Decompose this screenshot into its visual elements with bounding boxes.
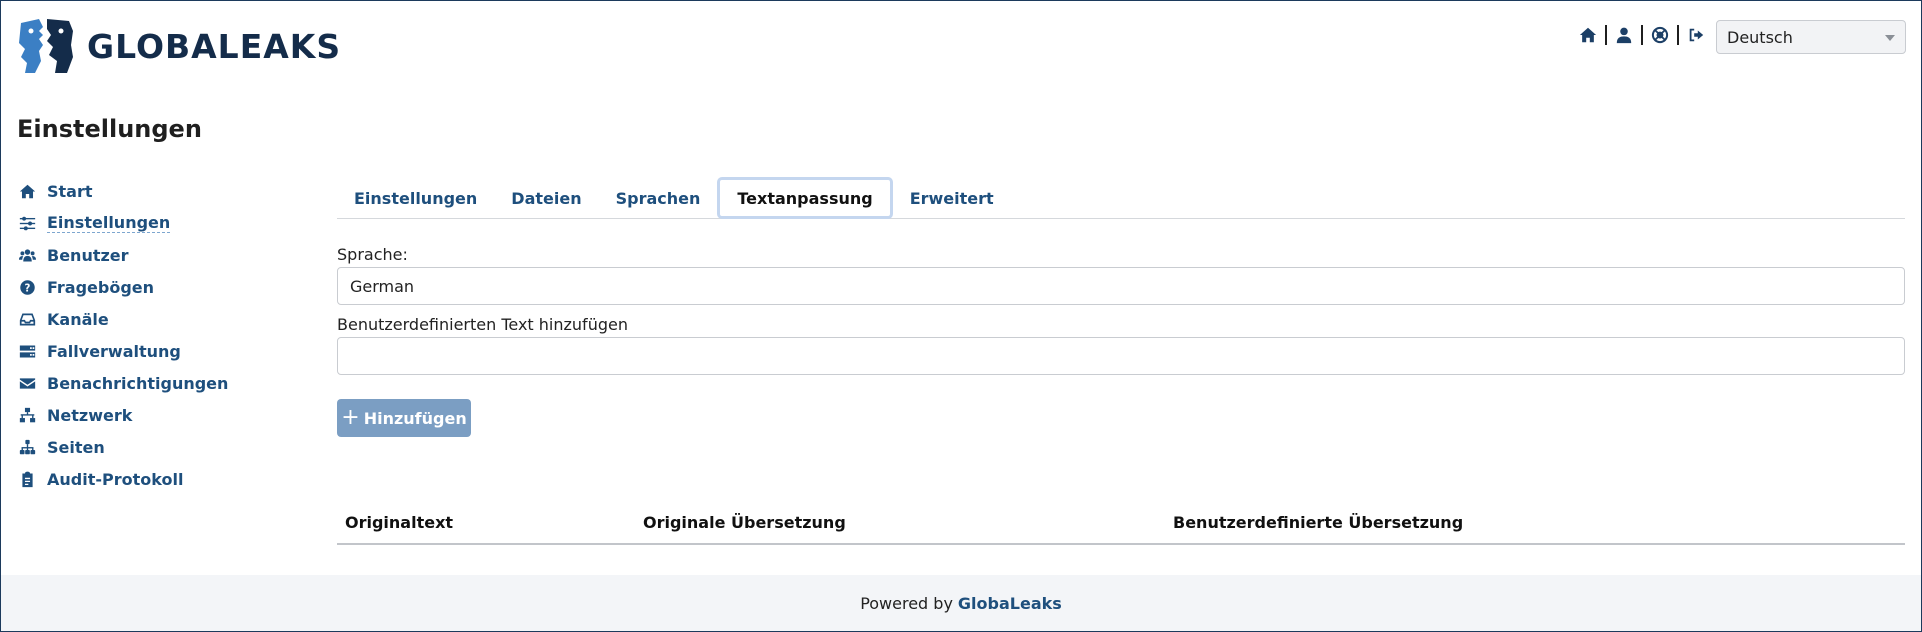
language-label: Sprache: (337, 245, 408, 264)
sidebar-item-benachrichtigungen[interactable]: Benachrichtigungen (17, 367, 277, 399)
footer-globaleaks-link[interactable]: GlobaLeaks (958, 594, 1062, 613)
divider (1641, 25, 1643, 45)
globaleaks-logo-icon (19, 19, 73, 73)
sitemap-icon (17, 437, 37, 457)
sidebar-item-start[interactable]: Start (17, 175, 277, 207)
sidebar-item-seiten[interactable]: Seiten (17, 431, 277, 463)
divider (1605, 25, 1607, 45)
tab-textanpassung[interactable]: Textanpassung (717, 177, 893, 219)
tab-erweitert[interactable]: Erweitert (893, 177, 1011, 219)
network-icon (17, 405, 37, 425)
sidebar-item-label: Einstellungen (47, 213, 171, 233)
sidebar-item-label: Netzwerk (47, 405, 133, 425)
question-icon: ? (17, 277, 37, 297)
language-select[interactable]: Deutsch (1716, 20, 1906, 54)
svg-text:?: ? (24, 283, 30, 294)
add-button[interactable]: + Hinzufügen (337, 399, 471, 437)
sidebar-item-netzwerk[interactable]: Netzwerk (17, 399, 277, 431)
sidebar-item-fallverwaltung[interactable]: Fallverwaltung (17, 335, 277, 367)
page-title: Einstellungen (17, 115, 202, 143)
sliders-icon (17, 213, 37, 233)
user-icon[interactable] (1613, 24, 1635, 46)
support-icon[interactable] (1649, 24, 1671, 46)
sidebar-item-label: Seiten (47, 437, 105, 457)
clipboard-icon (17, 469, 37, 489)
tab-einstellungen[interactable]: Einstellungen (337, 177, 494, 219)
sidebar-item-label: Benutzer (47, 245, 129, 265)
sidebar-item-benutzer[interactable]: Benutzer (17, 239, 277, 271)
users-icon (17, 245, 37, 265)
sidebar-item-label: Audit-Protokoll (47, 469, 184, 489)
caret-down-icon (1885, 35, 1895, 41)
sidebar-item-label: Kanäle (47, 309, 109, 329)
top-nav-icons (1577, 23, 1707, 47)
custom-text-label: Benutzerdefinierten Text hinzufügen (337, 315, 628, 334)
column-header-custom-translation: Benutzerdefinierte Übersetzung (1173, 513, 1464, 532)
server-icon (17, 341, 37, 361)
tab-sprachen[interactable]: Sprachen (599, 177, 718, 219)
header: GLOBALEAKS Deutsch (1, 1, 1921, 91)
settings-tabs: Einstellungen Dateien Sprachen Textanpas… (337, 177, 1905, 219)
language-input-value: German (350, 276, 415, 296)
home-icon[interactable] (1577, 24, 1599, 46)
footer-powered-by: Powered by (860, 593, 953, 613)
column-header-original-translation: Originale Übersetzung (643, 513, 846, 532)
language-select-value: Deutsch (1727, 27, 1793, 47)
sidebar: Start Einstellungen Benutzer ? Frageböge… (17, 175, 277, 495)
envelope-icon (17, 373, 37, 393)
logout-icon[interactable] (1685, 24, 1707, 46)
brand-name: GLOBALEAKS (87, 26, 342, 66)
sidebar-item-einstellungen[interactable]: Einstellungen (17, 207, 277, 239)
sidebar-item-label: Benachrichtigungen (47, 373, 229, 393)
home-icon (17, 181, 37, 201)
sidebar-item-label: Start (47, 181, 93, 201)
sidebar-item-label: Fallverwaltung (47, 341, 181, 361)
footer: Powered by GlobaLeaks (1, 575, 1921, 631)
add-button-label: Hinzufügen (363, 408, 467, 428)
divider (1677, 25, 1679, 45)
tab-dateien[interactable]: Dateien (494, 177, 598, 219)
sidebar-item-audit-protokoll[interactable]: Audit-Protokoll (17, 463, 277, 495)
language-input[interactable]: German (337, 267, 1905, 305)
inbox-icon (17, 309, 37, 329)
table-header: Originaltext Originale Übersetzung Benut… (337, 507, 1905, 545)
logo[interactable]: GLOBALEAKS (17, 17, 341, 75)
sidebar-item-label: Fragebögen (47, 277, 155, 297)
sidebar-item-frageboegen[interactable]: ? Fragebögen (17, 271, 277, 303)
column-header-original-text: Originaltext (345, 513, 454, 532)
sidebar-item-kanaele[interactable]: Kanäle (17, 303, 277, 335)
custom-text-input[interactable] (337, 337, 1905, 375)
plus-icon: + (341, 405, 360, 430)
